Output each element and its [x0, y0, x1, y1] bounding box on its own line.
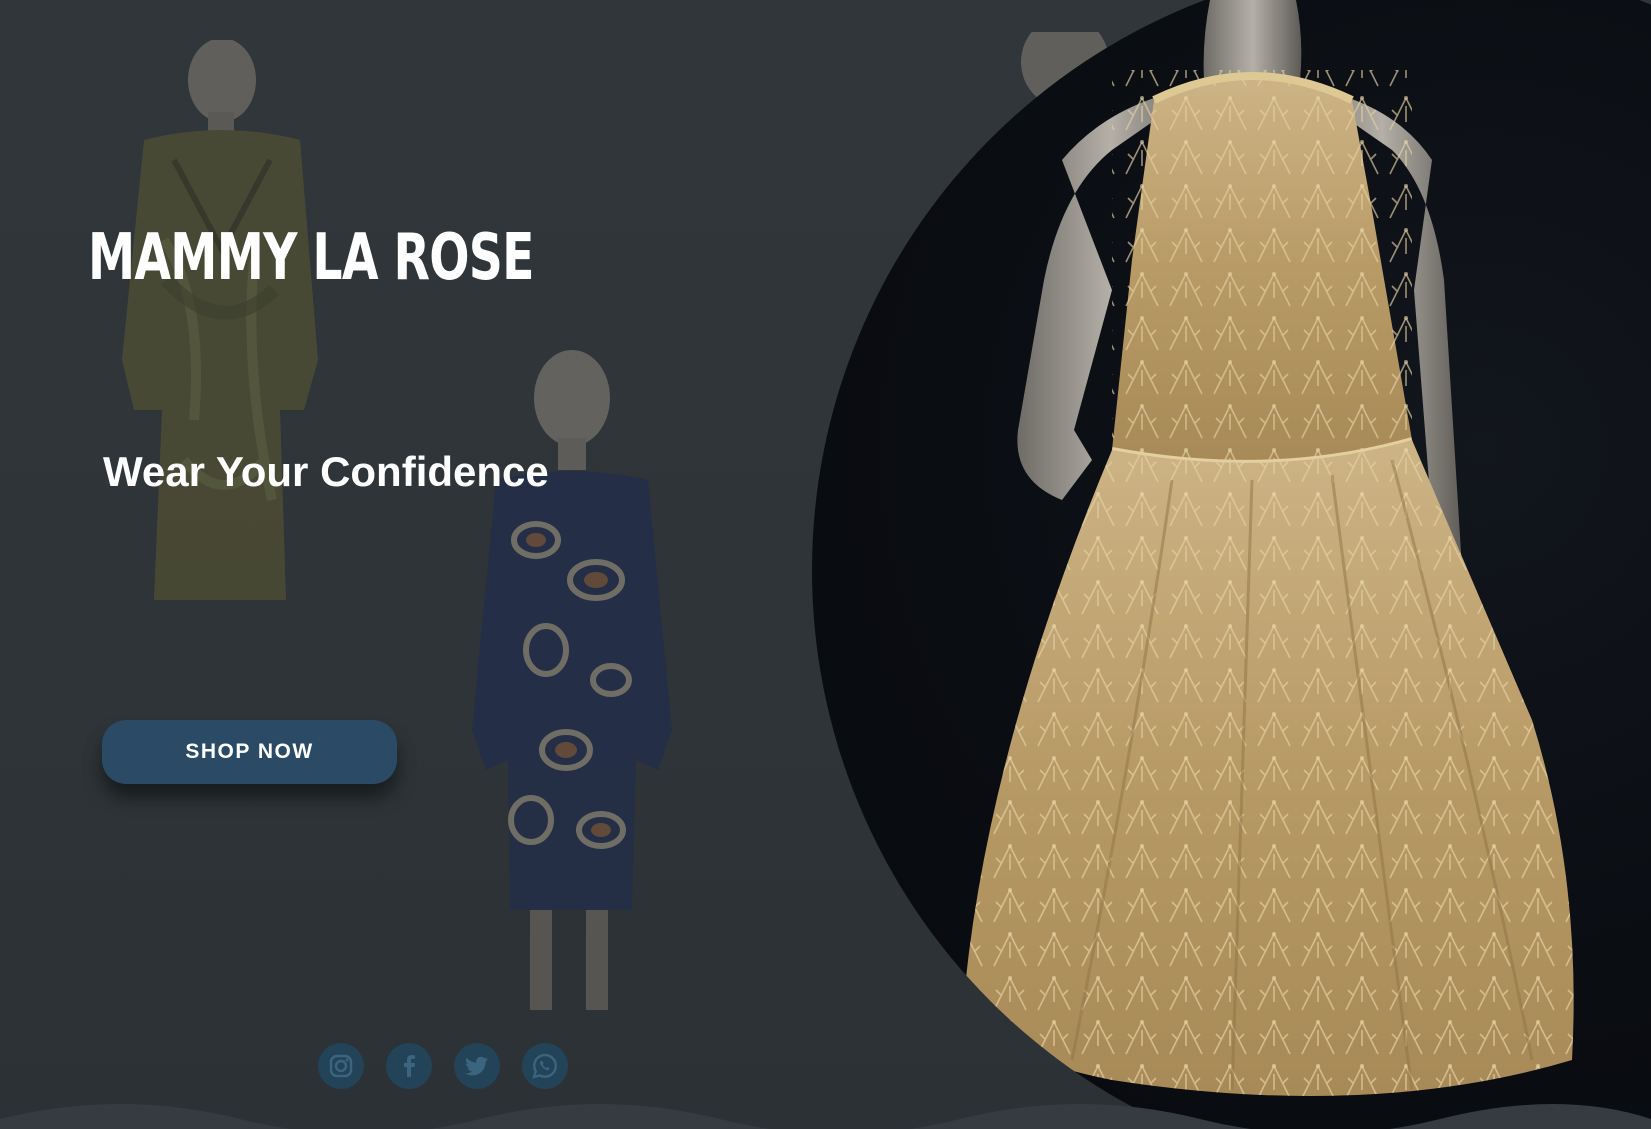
whatsapp-icon	[532, 1053, 558, 1079]
background-dress-image-green	[104, 40, 334, 600]
hero-tagline: Wear Your Confidence	[103, 448, 549, 495]
facebook-link[interactable]	[386, 1043, 432, 1089]
instagram-icon	[329, 1054, 353, 1078]
instagram-link[interactable]	[318, 1043, 364, 1089]
facebook-icon	[404, 1055, 415, 1077]
brand-title: MAMMY LA ROSE	[88, 221, 534, 295]
whatsapp-link[interactable]	[522, 1043, 568, 1089]
shop-now-button[interactable]: SHOP NOW	[102, 720, 397, 784]
social-links	[318, 1043, 568, 1089]
bottom-wave-decoration	[0, 1104, 1651, 1129]
landing-page: MAMMY LA ROSE Wear Your Confidence SHOP …	[0, 0, 1651, 1129]
hero-dress-image	[812, 0, 1651, 1129]
twitter-link[interactable]	[454, 1043, 500, 1089]
twitter-icon	[465, 1056, 488, 1076]
